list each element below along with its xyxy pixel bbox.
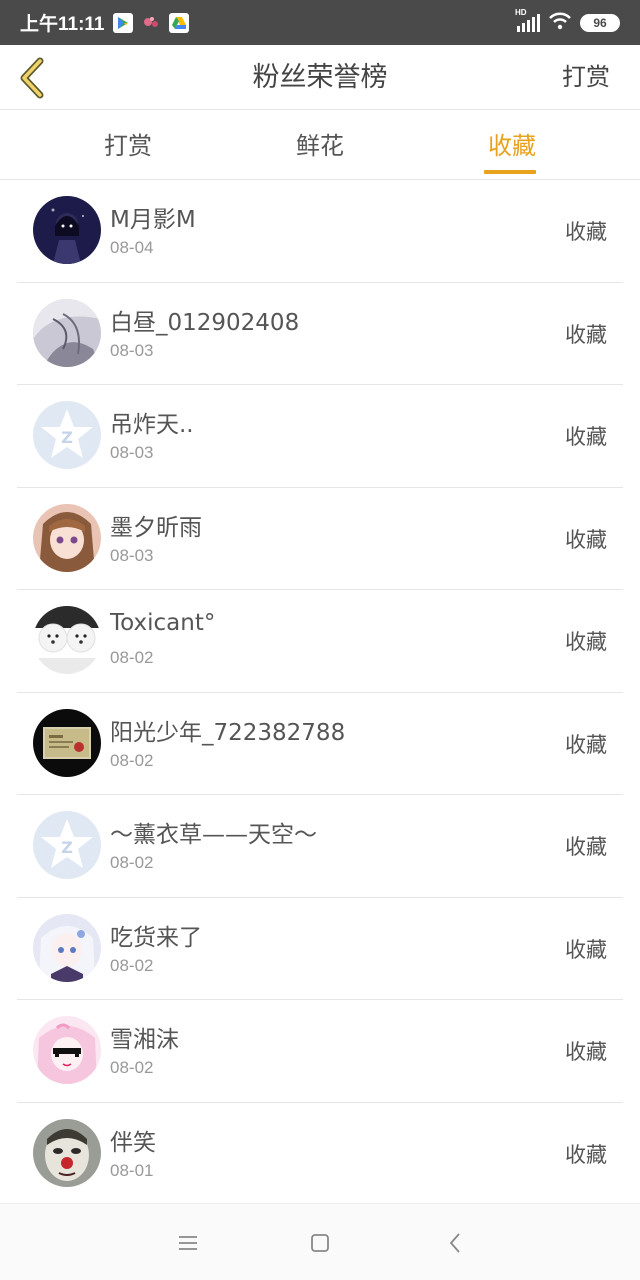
avatar (33, 913, 101, 982)
home-button[interactable] (305, 1228, 335, 1258)
fan-name: 吊炸天.. (110, 412, 194, 438)
contribution-type: 收藏 (565, 220, 607, 244)
fan-list: M月影M 08-04 收藏 白昼_012902408 08-03 收藏 Z 吊炸… (0, 180, 640, 1205)
fan-date: 08-02 (110, 853, 154, 872)
avatar (33, 606, 101, 674)
contribution-type: 收藏 (565, 630, 607, 654)
hd-label: HD (515, 7, 527, 17)
fan-date: 08-02 (110, 955, 154, 975)
list-item[interactable]: 墨夕昕雨 08-03 收藏 (17, 488, 623, 590)
signal-icon: HD (515, 8, 540, 32)
list-item[interactable]: 白昼_012902408 08-03 收藏 (17, 283, 623, 385)
tab-favorites-label: 收藏 (488, 132, 536, 160)
list-item[interactable]: 吃货来了 08-02 收藏 (17, 898, 623, 1000)
contribution-type: 收藏 (565, 1040, 607, 1064)
svg-text:Z: Z (61, 428, 73, 447)
chevron-left-icon (449, 1233, 460, 1253)
home-icon (311, 1234, 329, 1252)
fan-date: 08-02 (110, 750, 154, 770)
tab-flowers-label: 鲜花 (296, 132, 344, 160)
reward-button[interactable]: 打赏 (562, 45, 610, 110)
fan-name: 伴笑 (110, 1129, 156, 1156)
fan-date: 08-03 (110, 340, 154, 360)
wifi-icon (548, 12, 572, 34)
avatar (33, 298, 101, 367)
fan-name: M月影M (110, 207, 196, 233)
list-item[interactable]: Toxicant° 08-02 收藏 (17, 590, 623, 693)
contribution-type: 收藏 (565, 425, 607, 449)
status-time: 上午11:11 (20, 14, 105, 35)
fan-name: 墨夕昕雨 (110, 514, 202, 541)
active-tab-indicator (484, 170, 536, 174)
fan-date: 08-01 (110, 1160, 154, 1180)
contribution-type: 收藏 (565, 835, 607, 859)
status-right: HD 96 (515, 8, 620, 34)
contribution-type: 收藏 (565, 732, 607, 757)
tab-reward-label: 打赏 (104, 132, 152, 160)
menu-button[interactable] (173, 1228, 203, 1258)
nav-bar: 粉丝荣誉榜 打赏 (0, 45, 640, 110)
avatar (33, 1016, 101, 1084)
avatar (33, 1118, 101, 1187)
page-title: 粉丝荣誉榜 (252, 62, 388, 93)
fan-name: 白昼_012902408 (110, 309, 300, 336)
list-item[interactable]: M月影M 08-04 收藏 (17, 180, 623, 283)
tab-reward[interactable]: 打赏 (68, 110, 188, 180)
status-bar: 上午11:11 HD 96 (0, 0, 640, 45)
tab-flowers[interactable]: 鲜花 (260, 110, 380, 180)
fan-name: 雪湘沫 (110, 1027, 179, 1053)
list-item[interactable]: 阳光少年_722382788 08-02 收藏 (17, 693, 623, 795)
contribution-type: 收藏 (565, 1142, 607, 1167)
contribution-type: 收藏 (565, 937, 607, 962)
fan-date: 08-03 (110, 443, 154, 462)
contribution-type: 收藏 (565, 527, 607, 552)
avatar (33, 708, 101, 777)
fan-name: Toxicant° (110, 610, 216, 636)
list-item[interactable]: Z 吊炸天.. 08-03 收藏 (17, 385, 623, 488)
fan-name: 阳光少年_722382788 (110, 719, 346, 746)
system-nav-bar (0, 1203, 640, 1280)
fan-date: 08-02 (110, 1058, 154, 1077)
app-notification-icon (141, 13, 161, 33)
list-item[interactable]: 雪湘沫 08-02 收藏 (17, 1000, 623, 1103)
battery-indicator: 96 (580, 13, 620, 32)
tab-favorites[interactable]: 收藏 (452, 110, 572, 180)
svg-text:Z: Z (61, 838, 73, 857)
fan-date: 08-04 (110, 238, 154, 257)
tab-bar: 打赏 鲜花 收藏 (0, 110, 640, 180)
avatar: Z (33, 401, 101, 469)
drive-icon (168, 12, 189, 33)
list-item[interactable]: 伴笑 08-01 收藏 (17, 1103, 623, 1205)
avatar (33, 503, 101, 572)
list-item[interactable]: Z ～薰衣草——天空～ 08-02 收藏 (17, 795, 623, 898)
system-back-button[interactable] (440, 1228, 470, 1258)
play-store-icon (112, 12, 133, 33)
fan-name: 吃货来了 (110, 924, 202, 951)
fan-name: ～薰衣草——天空～ (110, 822, 317, 848)
menu-icon (179, 1236, 197, 1250)
contribution-type: 收藏 (565, 322, 607, 347)
fan-date: 08-02 (110, 648, 154, 667)
avatar (33, 196, 101, 264)
avatar: Z (33, 811, 101, 879)
fan-date: 08-03 (110, 545, 154, 565)
